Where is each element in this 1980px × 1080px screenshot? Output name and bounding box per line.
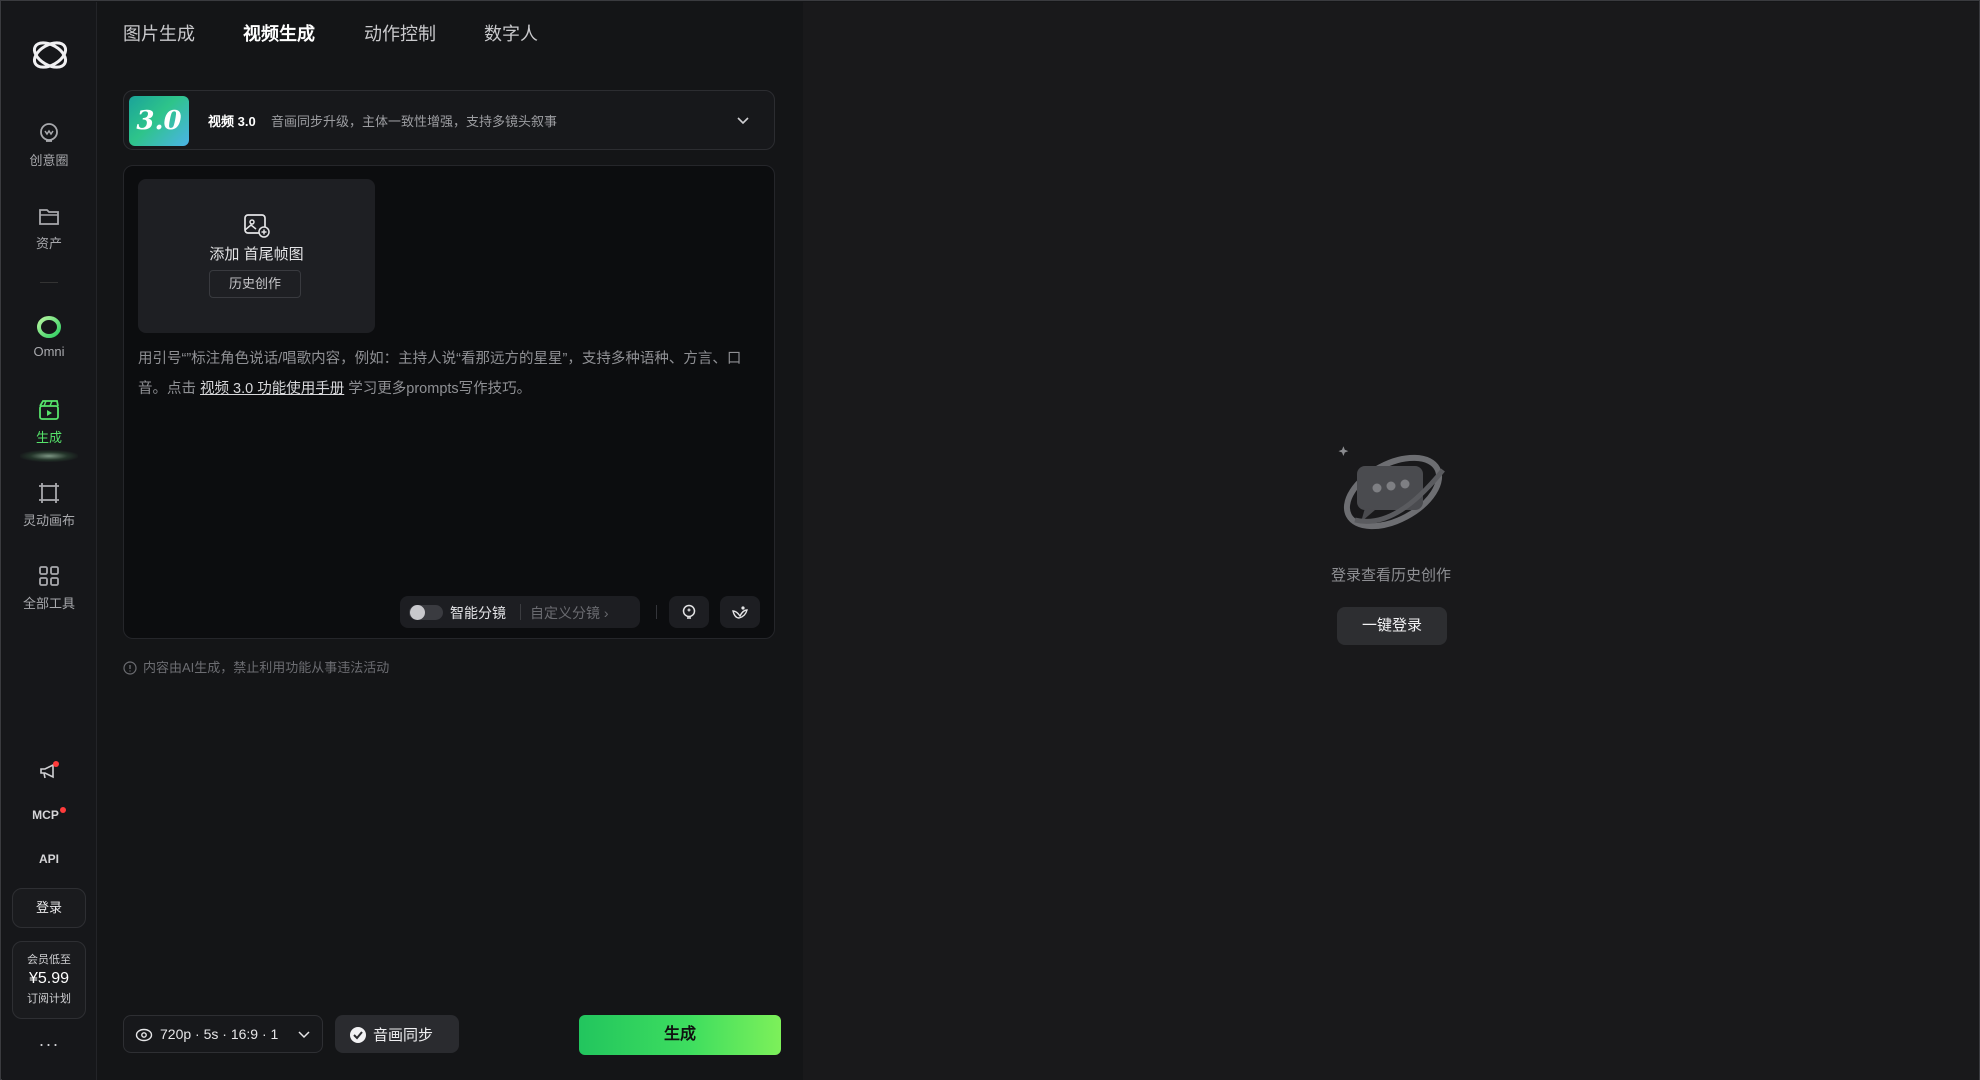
generate-button[interactable]: 生成 [579, 1015, 781, 1055]
tab-image-generation[interactable]: 图片生成 [123, 20, 195, 46]
sidebar-item-label: Omni [33, 344, 65, 359]
tab-motion-control[interactable]: 动作控制 [364, 20, 436, 46]
vip-price: ¥5.99 [28, 970, 70, 987]
smart-storyboard-toggle[interactable] [409, 605, 443, 620]
frame-upload-card[interactable]: 添加 首尾帧图 历史创作 [138, 179, 375, 333]
prompt-placeholder-hint: 用引号“”标注角色说话/唱歌内容，例如：主持人说“看那远方的星星”，支持多种语种… [138, 344, 758, 404]
add-image-icon [244, 214, 270, 238]
chevron-down-icon [737, 117, 749, 125]
canvas-frame-icon [39, 483, 59, 503]
sidebar-divider [40, 282, 58, 283]
api-label: API [38, 852, 59, 866]
announcement-button[interactable] [2, 761, 96, 784]
settings-eye-icon [135, 1028, 153, 1042]
sidebar-item-all-tools[interactable]: 全部工具 [2, 563, 96, 612]
model-badge: 3.0 [129, 96, 189, 146]
mcp-link[interactable]: MCP [2, 807, 96, 822]
divider [656, 605, 657, 619]
bottom-action-bar: 720p · 5s · 16:9 · 1 音画同步 生成 [123, 1015, 781, 1055]
sidebar-login-button[interactable]: 登录 [12, 888, 86, 928]
more-menu-button[interactable]: ··· [2, 1034, 96, 1055]
editor-toolbar: 智能分镜 自定义分镜 › [124, 596, 776, 628]
history-creations-button[interactable]: 历史创作 [209, 270, 301, 298]
generate-clapper-icon [39, 400, 59, 420]
tab-digital-human[interactable]: 数字人 [484, 20, 538, 46]
vip-subscription-card[interactable]: 会员低至 ¥5.99 订阅计划 [12, 941, 86, 1019]
custom-storyboard-button[interactable]: 自定义分镜 › [530, 603, 609, 623]
app-window: 创意圈 资产 Omni 生成 灵动画布 全部工具 MCP API 登录 会员低至… [0, 0, 1980, 1080]
bird-icon [732, 606, 748, 619]
manual-link[interactable]: 视频 3.0 功能使用手册 [200, 381, 344, 397]
idea-bulb-icon [40, 123, 58, 142]
sidebar-item-canvas[interactable]: 灵动画布 [2, 480, 96, 529]
divider [520, 604, 521, 620]
bulb-icon [682, 604, 696, 619]
sidebar-item-generate[interactable]: 生成 [2, 397, 96, 446]
quick-login-button[interactable]: 一键登录 [1337, 607, 1447, 645]
megaphone-icon [40, 761, 59, 779]
video-settings-dropdown[interactable]: 720p · 5s · 16:9 · 1 [123, 1015, 323, 1053]
model-description: 音画同步升级，主体一致性增强，支持多镜头叙事 [271, 114, 558, 129]
check-circle-icon [350, 1027, 366, 1043]
style-button[interactable] [720, 596, 760, 628]
active-indicator [20, 450, 78, 462]
sidebar-item-assets[interactable]: 资产 [2, 203, 96, 252]
vip-line2: 订阅计划 [27, 993, 71, 1005]
generation-panel: 图片生成 视频生成 动作控制 数字人 3.0 视频 3.0 音画同步升级，主体一… [97, 2, 803, 1080]
sidebar-item-idea[interactable]: 创意圈 [2, 120, 96, 169]
vip-line1: 会员低至 [27, 954, 71, 966]
prompt-editor[interactable]: 添加 首尾帧图 历史创作 用引号“”标注角色说话/唱歌内容，例如：主持人说“看那… [123, 165, 775, 639]
upload-title: 添加 首尾帧图 [209, 246, 304, 263]
history-panel: 登录查看历史创作 一键登录 [803, 2, 1979, 1080]
tab-video-generation[interactable]: 视频生成 [243, 20, 315, 46]
grid-icon [39, 566, 59, 586]
mcp-label: MCP [32, 808, 59, 822]
notification-dot [59, 807, 66, 813]
ai-content-notice: 内容由AI生成，禁止利用功能从事违法活动 [123, 657, 389, 676]
chat-planet-illustration [1338, 446, 1445, 530]
sidebar-item-label: 灵动画布 [22, 513, 75, 528]
model-name: 视频 3.0 [208, 114, 256, 129]
sidebar: 创意圈 资产 Omni 生成 灵动画布 全部工具 MCP API 登录 会员低至… [2, 2, 97, 1080]
folder-icon [39, 209, 59, 225]
sidebar-item-omni[interactable]: Omni [2, 314, 96, 359]
inspiration-button[interactable] [669, 596, 709, 628]
smart-storyboard-label: 智能分镜 [450, 605, 506, 621]
audio-sync-label: 音画同步 [373, 1027, 434, 1044]
sidebar-item-label: 生成 [35, 430, 62, 445]
smart-storyboard-control: 智能分镜 自定义分镜 › [400, 596, 640, 628]
sidebar-item-label: 全部工具 [22, 596, 75, 611]
video-settings-value: 720p · 5s · 16:9 · 1 [160, 1026, 279, 1042]
api-link[interactable]: API [2, 852, 96, 866]
hint-text-end: 学习更多prompts写作技巧。 [344, 381, 532, 397]
model-selector[interactable]: 3.0 视频 3.0 音画同步升级，主体一致性增强，支持多镜头叙事 [123, 90, 775, 150]
empty-state-text: 登录查看历史创作 [1330, 567, 1451, 584]
sidebar-item-label: 创意圈 [29, 153, 69, 168]
sidebar-item-label: 资产 [35, 236, 62, 251]
info-icon [123, 661, 137, 675]
app-logo-icon[interactable] [27, 35, 73, 75]
chevron-down-icon [298, 1031, 310, 1039]
audio-sync-toggle[interactable]: 音画同步 [335, 1015, 459, 1053]
omni-ring-icon [37, 316, 61, 338]
notice-text: 内容由AI生成，禁止利用功能从事违法活动 [143, 660, 390, 675]
